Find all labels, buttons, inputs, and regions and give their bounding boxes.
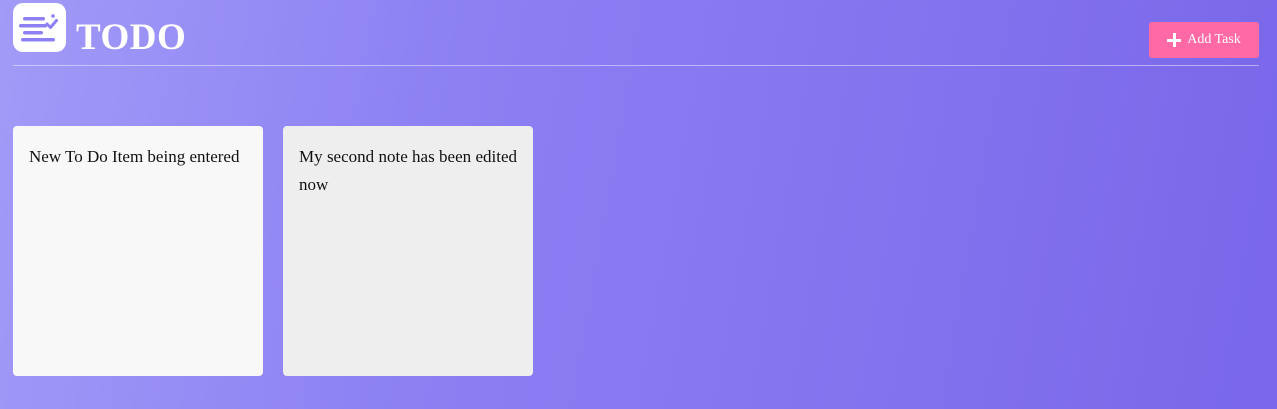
note-card[interactable]: New To Do Item being entered — [13, 126, 263, 376]
page-title: TODO — [76, 17, 187, 58]
add-task-label: Add Task — [1187, 32, 1241, 47]
add-task-button[interactable]: Add Task — [1149, 22, 1259, 58]
todo-list-icon — [13, 3, 66, 52]
note-card[interactable]: My second note has been edited now — [283, 126, 533, 376]
note-text[interactable]: My second note has been edited now — [299, 143, 517, 199]
note-text[interactable]: New To Do Item being entered — [29, 143, 247, 171]
app-header: TODO Add Task — [13, 0, 1259, 66]
plus-icon — [1167, 33, 1182, 47]
